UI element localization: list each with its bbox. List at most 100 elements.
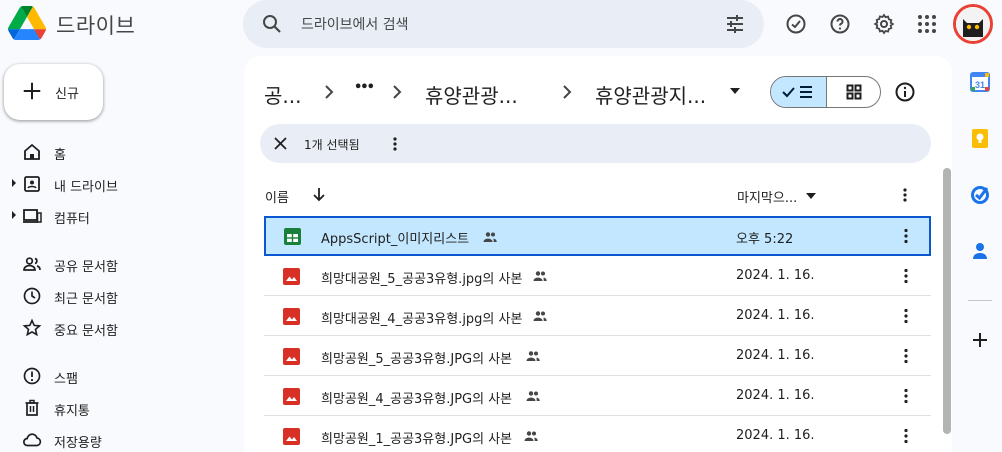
avatar[interactable] [953,4,993,44]
file-modified-date: 2024. 1. 16. [736,348,815,363]
sidebar-item-storage[interactable]: 저장용량 [0,426,240,452]
my-drive-icon [24,176,40,192]
image-file-icon [283,348,300,365]
new-button[interactable]: 신규 [4,64,103,120]
sidebar-item-home[interactable]: 홈 [0,138,240,166]
drive-logo-icon[interactable] [8,4,46,42]
more-vert-icon[interactable] [896,386,916,406]
selection-count: 1개 선택됨 [304,138,360,152]
image-file-icon [283,388,300,405]
sort-arrow-down-icon[interactable] [311,186,327,202]
sheets-icon [284,228,301,245]
file-modified-date: 2024. 1. 16. [736,428,815,443]
search-input[interactable]: 드라이브에서 검색 [301,14,409,34]
sidebar-item-label: 휴지통 [54,404,90,419]
sidebar-item-label: 홈 [54,148,66,163]
offline-ready-icon[interactable] [784,12,808,36]
search-icon[interactable] [260,12,284,36]
more-vert-icon[interactable] [896,226,916,246]
help-icon[interactable] [828,12,852,36]
selection-bar: 1개 선택됨 [260,124,931,163]
file-name[interactable]: 희망공원_4_공공3유형.JPG의 사본 [321,388,512,407]
table-row[interactable]: 희망공원_4_공공3유형.JPG의 사본 2024. 1. 16. [264,376,931,416]
file-modified-date: 오후 5:22 [736,232,794,247]
breadcrumb-folder[interactable]: 휴양관광... [425,80,518,109]
more-vert-icon[interactable] [386,135,404,153]
clock-icon [23,287,41,305]
info-icon[interactable] [894,81,916,103]
people-icon [23,257,41,271]
view-toggle[interactable] [770,76,881,108]
cloud-icon [23,433,42,447]
add-app-button[interactable] [962,322,998,358]
sidebar-item-spam[interactable]: 스팸 [0,362,240,390]
table-row[interactable]: 희망공원_1_공공3유형.JPG의 사본 2024. 1. 16. [264,416,931,452]
home-icon [24,143,40,160]
file-modified-date: 2024. 1. 16. [736,268,815,283]
table-row[interactable]: 희망공원_5_공공3유형.JPG의 사본 2024. 1. 16. [264,336,931,376]
table-row[interactable]: AppsScript_이미지리스트 오후 5:22 [264,216,931,256]
sidebar-item-label: 최근 문서함 [54,292,118,307]
shared-people-icon [533,271,547,281]
grid-view-icon[interactable] [845,83,863,101]
calendar-day-label: 31 [975,80,985,90]
sidebar-item-label: 컴퓨터 [54,212,90,227]
file-name[interactable]: 희망공원_5_공공3유형.JPG의 사본 [321,348,512,367]
settings-icon[interactable] [872,12,896,36]
chevron-right-icon [393,85,402,99]
sidebar-item-trash[interactable]: 휴지통 [0,394,240,422]
contacts-app-button[interactable] [962,232,998,268]
more-vert-icon[interactable] [896,306,916,326]
close-icon[interactable] [273,136,288,151]
calendar-icon: 31 [970,72,990,92]
image-file-icon [283,268,300,285]
apps-grid-icon[interactable] [915,12,939,36]
search-options-icon[interactable] [723,12,747,36]
more-vert-icon[interactable] [896,346,916,366]
sidebar-item-computers[interactable]: 컴퓨터 [0,202,240,230]
table-row[interactable]: 희망대공원_5_공공3유형.jpg의 사본 2024. 1. 16. [264,256,931,296]
right-panel-divider [968,300,992,301]
expand-arrow-icon[interactable] [11,211,17,219]
sidebar-item-label: 중요 문서함 [54,324,118,339]
new-button-label: 신규 [55,87,79,102]
table-row[interactable]: 희망대공원_4_공공3유형.jpg의 사본 2024. 1. 16. [264,296,931,336]
file-name[interactable]: 희망대공원_5_공공3유형.jpg의 사본 [321,268,522,287]
more-vert-icon[interactable] [896,426,916,446]
dropdown-arrow-icon[interactable] [728,86,742,96]
file-name[interactable]: 희망대공원_4_공공3유형.jpg의 사본 [321,308,522,327]
tasks-check-icon [971,186,989,204]
breadcrumb-current[interactable]: 휴양관광지... [595,80,706,109]
app-name: 드라이브 [56,14,136,38]
chevron-right-icon [563,85,572,99]
sidebar-item-shared[interactable]: 공유 문서함 [0,250,240,278]
more-vert-icon[interactable] [896,186,914,204]
sidebar-item-starred[interactable]: 중요 문서함 [0,314,240,342]
calendar-app-button[interactable]: 31 [962,64,998,100]
expand-arrow-icon[interactable] [11,179,17,187]
list-view-button[interactable] [771,77,827,107]
tasks-app-button[interactable] [962,176,998,212]
more-vert-icon[interactable] [896,266,916,286]
avatar-cat-icon [956,7,990,41]
breadcrumb-ellipsis[interactable]: ••• [354,80,375,95]
file-modified-date: 2024. 1. 16. [736,388,815,403]
sidebar-item-label: 공유 문서함 [54,260,118,275]
column-header-modified[interactable]: 마지막으... [737,187,797,206]
scrollbar-thumb[interactable] [943,168,951,434]
breadcrumb-root[interactable]: 공... [264,80,301,109]
sidebar-item-my-drive[interactable]: 내 드라이브 [0,170,240,198]
plus-icon [973,333,987,347]
shared-people-icon [533,311,547,321]
plus-icon [23,82,41,100]
column-header-name[interactable]: 이름 [265,187,289,206]
shared-people-icon [526,351,540,361]
keep-app-button[interactable] [962,120,998,156]
file-name[interactable]: AppsScript_이미지리스트 [321,228,469,247]
shared-people-icon [524,431,538,441]
dropdown-arrow-icon[interactable] [805,192,817,200]
file-name[interactable]: 희망공원_1_공공3유형.JPG의 사본 [321,428,512,447]
sidebar-item-label: 저장용량 [54,436,102,451]
sidebar-item-label: 내 드라이브 [54,180,118,195]
sidebar-item-recent[interactable]: 최근 문서함 [0,282,240,310]
